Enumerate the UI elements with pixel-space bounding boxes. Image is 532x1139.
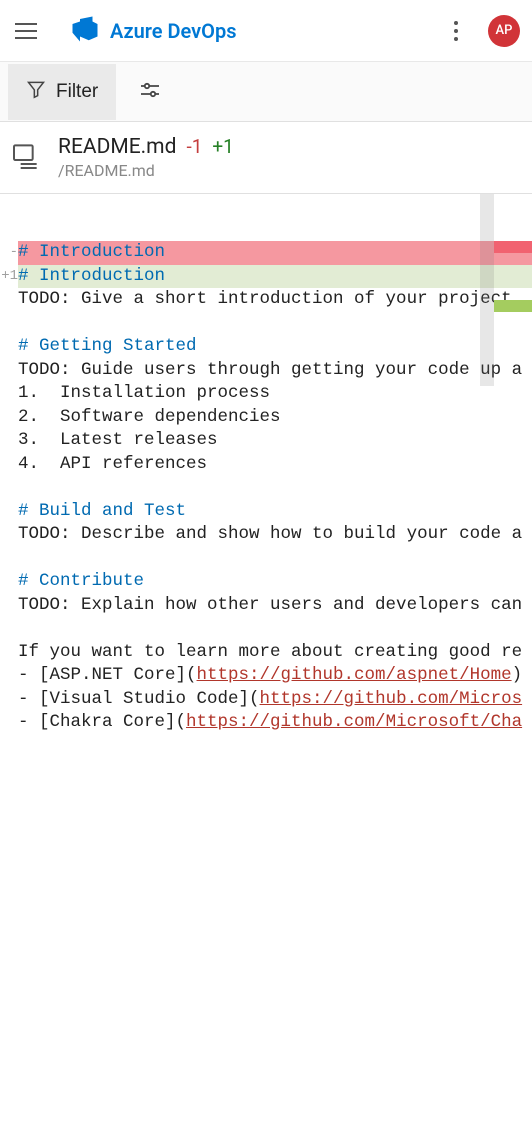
diff-gutter: +1 xyxy=(0,265,18,289)
diff-line: TODO: Explain how other users and develo… xyxy=(0,594,532,618)
diff-gutter xyxy=(0,617,18,641)
file-path: /README.md xyxy=(58,161,234,180)
diff-line xyxy=(0,547,532,571)
diff-gutter xyxy=(0,688,18,712)
funnel-icon xyxy=(26,79,46,105)
diff-gutter xyxy=(0,359,18,383)
diff-line-content: 2. Software dependencies xyxy=(18,406,532,430)
diff-gutter xyxy=(0,547,18,571)
diff-line-content: If you want to learn more about creating… xyxy=(18,641,532,665)
diff-gutter xyxy=(0,312,18,336)
file-diff-icon xyxy=(10,140,42,176)
diff-line: - [ASP.NET Core](https://github.com/aspn… xyxy=(0,664,532,688)
diff-line-content: TODO: Give a short introduction of your … xyxy=(18,288,532,312)
diff-gutter xyxy=(0,711,18,735)
file-header: README.md -1 +1 /README.md xyxy=(0,122,532,194)
diff-line: 4. API references xyxy=(0,453,532,477)
filter-button-label: Filter xyxy=(56,81,98,103)
diff-line: - [Visual Studio Code](https://github.co… xyxy=(0,688,532,712)
toolbar: Filter xyxy=(0,62,532,122)
diff-gutter xyxy=(0,288,18,312)
diff-line: If you want to learn more about creating… xyxy=(0,641,532,665)
diff-line: TODO: Describe and show how to build you… xyxy=(0,523,532,547)
diff-line: 1. Installation process xyxy=(0,382,532,406)
avatar[interactable]: AP xyxy=(488,15,520,47)
diff-line-content xyxy=(18,312,532,336)
diff-gutter xyxy=(0,500,18,524)
diff-line-content xyxy=(18,547,532,571)
diff-settings-button[interactable] xyxy=(124,64,176,120)
diff-line: # Build and Test xyxy=(0,500,532,524)
diff-line-content xyxy=(18,617,532,641)
diff-view[interactable]: -# Introduction+1# Introduction TODO: Gi… xyxy=(0,194,532,1139)
hamburger-menu-button[interactable] xyxy=(12,17,40,45)
diff-line xyxy=(0,617,532,641)
diff-gutter xyxy=(0,664,18,688)
diff-gutter xyxy=(0,335,18,359)
app-header: Azure DevOps AP xyxy=(0,0,532,62)
diff-line: 2. Software dependencies xyxy=(0,406,532,430)
diff-line-content xyxy=(18,476,532,500)
brand-text: Azure DevOps xyxy=(110,19,237,43)
lines-removed-count: -1 xyxy=(186,135,202,158)
diff-line-content: # Getting Started xyxy=(18,335,532,359)
azure-devops-logo-icon xyxy=(70,14,100,48)
diff-line-content: TODO: Describe and show how to build you… xyxy=(18,523,532,547)
minimap[interactable] xyxy=(494,194,532,1139)
diff-line-content: # Introduction xyxy=(18,265,532,289)
diff-line: # Getting Started xyxy=(0,335,532,359)
diff-line: TODO: Give a short introduction of your … xyxy=(0,288,532,312)
diff-gutter xyxy=(0,453,18,477)
diff-line-content: # Build and Test xyxy=(18,500,532,524)
diff-line-content: - [ASP.NET Core](https://github.com/aspn… xyxy=(18,664,532,688)
scrollbar-thumb[interactable] xyxy=(480,194,494,386)
diff-line-content: 4. API references xyxy=(18,453,532,477)
diff-line-content: # Introduction xyxy=(18,241,532,265)
diff-line xyxy=(0,312,532,336)
diff-line: -# Introduction xyxy=(0,241,532,265)
sliders-icon xyxy=(138,78,162,105)
filter-button[interactable]: Filter xyxy=(8,64,116,120)
diff-line: +1# Introduction xyxy=(0,265,532,289)
diff-gutter xyxy=(0,382,18,406)
diff-gutter xyxy=(0,429,18,453)
diff-line: - [Chakra Core](https://github.com/Micro… xyxy=(0,711,532,735)
file-name: README.md xyxy=(58,135,176,159)
diff-gutter xyxy=(0,641,18,665)
diff-gutter xyxy=(0,476,18,500)
diff-line-content: - [Visual Studio Code](https://github.co… xyxy=(18,688,532,712)
diff-line: # Contribute xyxy=(0,570,532,594)
diff-gutter xyxy=(0,570,18,594)
diff-line-content: TODO: Explain how other users and develo… xyxy=(18,594,532,618)
diff-line-content: 1. Installation process xyxy=(18,382,532,406)
diff-gutter xyxy=(0,523,18,547)
diff-line xyxy=(0,476,532,500)
lines-added-count: +1 xyxy=(212,135,233,158)
file-info: README.md -1 +1 /README.md xyxy=(58,135,234,180)
diff-line-content: # Contribute xyxy=(18,570,532,594)
diff-gutter: - xyxy=(0,241,18,265)
diff-line: 3. Latest releases xyxy=(0,429,532,453)
brand[interactable]: Azure DevOps xyxy=(70,14,442,48)
diff-gutter xyxy=(0,406,18,430)
diff-gutter xyxy=(0,594,18,618)
diff-line: TODO: Guide users through getting your c… xyxy=(0,359,532,383)
diff-line-content: TODO: Guide users through getting your c… xyxy=(18,359,532,383)
diff-line-content: - [Chakra Core](https://github.com/Micro… xyxy=(18,711,532,735)
more-menu-button[interactable] xyxy=(442,17,470,45)
diff-line-content: 3. Latest releases xyxy=(18,429,532,453)
